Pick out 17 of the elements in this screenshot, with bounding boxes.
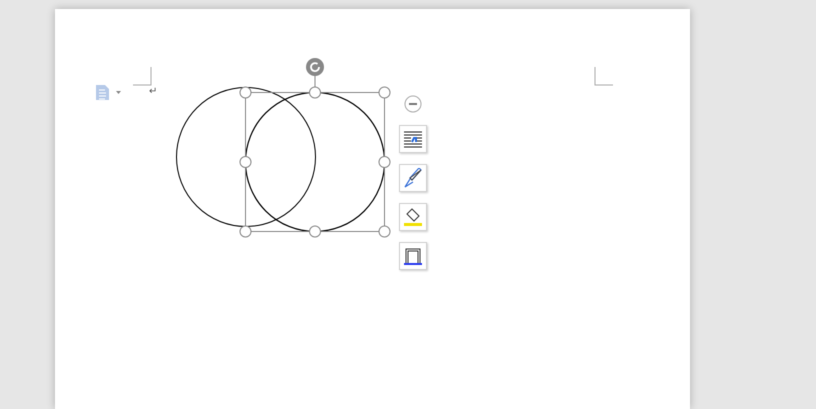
- collapse-icon[interactable]: [404, 95, 422, 113]
- fill-button[interactable]: [399, 203, 427, 231]
- outline-button[interactable]: [399, 242, 427, 270]
- layout-options-button[interactable]: [399, 125, 427, 153]
- circle-shape[interactable]: [176, 87, 316, 227]
- margin-corner-mark: [132, 66, 152, 86]
- paragraph-mark: ↵: [149, 87, 157, 97]
- style-button[interactable]: [399, 164, 427, 192]
- brush-icon: [403, 168, 423, 188]
- circle-shape[interactable]: [244, 92, 386, 232]
- text-wrap-icon: [403, 130, 423, 148]
- selection-frame[interactable]: [240, 58, 390, 238]
- outline-icon: [403, 246, 423, 266]
- dropdown-caret-icon[interactable]: [116, 91, 121, 94]
- paint-bucket-icon: [403, 207, 423, 227]
- document-icon: [96, 85, 109, 100]
- margin-corner-mark: [594, 66, 614, 86]
